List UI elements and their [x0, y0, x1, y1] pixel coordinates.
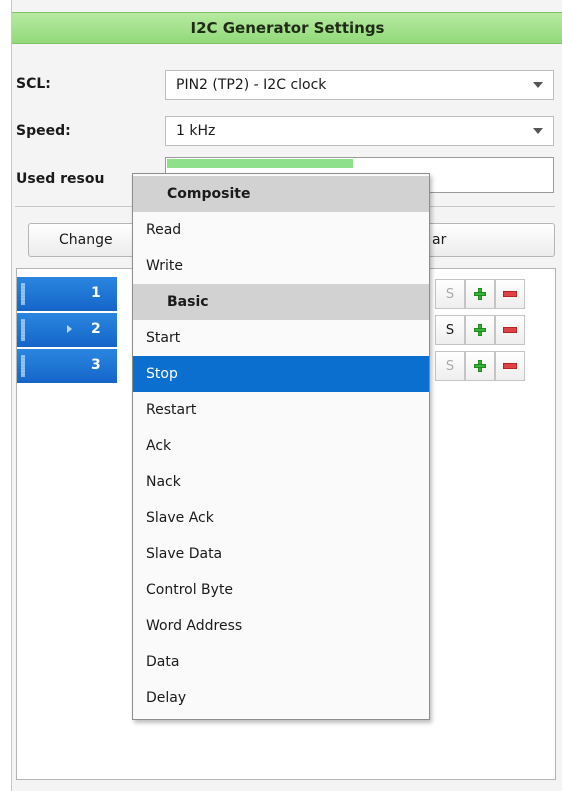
plus-icon	[474, 288, 486, 300]
menu-item-stop[interactable]: Stop	[133, 356, 429, 392]
s-button-label: S	[445, 322, 455, 338]
menu-header-basic: Basic	[133, 284, 429, 320]
menu-item-ack[interactable]: Ack	[133, 428, 429, 464]
minus-icon	[503, 291, 517, 297]
add-step-button[interactable]	[465, 279, 495, 309]
remove-step-button[interactable]	[495, 315, 525, 345]
sequence-number: 1	[91, 285, 101, 301]
menu-item-data[interactable]: Data	[133, 644, 429, 680]
remove-step-button[interactable]	[495, 351, 525, 381]
resource-usage-fill	[167, 159, 353, 168]
sequence-row-header[interactable]: 1	[17, 277, 117, 311]
sequence-row-header[interactable]: 3	[17, 349, 117, 383]
menu-item-slave-data[interactable]: Slave Data	[133, 536, 429, 572]
add-step-button[interactable]	[465, 351, 495, 381]
sequence-number: 2	[91, 321, 101, 337]
s-button[interactable]: S	[435, 351, 465, 381]
panel-title: I2C Generator Settings	[12, 12, 562, 44]
drag-handle-icon[interactable]	[21, 355, 25, 377]
minus-icon	[503, 327, 517, 333]
scl-select[interactable]: PIN2 (TP2) - I2C clock	[165, 70, 554, 100]
add-step-button[interactable]	[465, 315, 495, 345]
menu-item-delay[interactable]: Delay	[133, 680, 429, 716]
scl-label: SCL:	[16, 76, 51, 92]
s-button-label: S	[445, 358, 455, 374]
drag-handle-icon[interactable]	[21, 283, 25, 305]
menu-item-restart[interactable]: Restart	[133, 392, 429, 428]
plus-icon	[474, 324, 486, 336]
menu-item-nack[interactable]: Nack	[133, 464, 429, 500]
remove-step-button[interactable]	[495, 279, 525, 309]
menu-item-start[interactable]: Start	[133, 320, 429, 356]
sequence-row-header[interactable]: 2	[17, 313, 117, 347]
s-button[interactable]: S	[435, 279, 465, 309]
plus-icon	[474, 360, 486, 372]
used-resources-label: Used resou	[16, 171, 105, 187]
clear-button-label: ar	[432, 232, 447, 248]
drag-handle-icon[interactable]	[21, 319, 25, 341]
chevron-down-icon	[533, 82, 543, 88]
menu-item-write[interactable]: Write	[133, 248, 429, 284]
sequence-number: 3	[91, 357, 101, 373]
menu-item-slave-ack[interactable]: Slave Ack	[133, 500, 429, 536]
menu-item-read[interactable]: Read	[133, 212, 429, 248]
s-button-label: S	[445, 286, 455, 302]
expand-arrow-icon[interactable]	[67, 325, 72, 333]
step-type-menu: Composite Read Write Basic Start Stop Re…	[132, 173, 430, 720]
scl-value: PIN2 (TP2) - I2C clock	[176, 77, 327, 93]
speed-label: Speed:	[16, 123, 71, 139]
speed-value: 1 kHz	[176, 123, 216, 139]
menu-item-word-address[interactable]: Word Address	[133, 608, 429, 644]
change-button[interactable]: Change	[28, 223, 140, 257]
menu-header-composite: Composite	[133, 176, 429, 212]
chevron-down-icon	[533, 128, 543, 134]
minus-icon	[503, 363, 517, 369]
menu-item-control-byte[interactable]: Control Byte	[133, 572, 429, 608]
s-button[interactable]: S	[435, 315, 465, 345]
change-button-label: Change	[59, 232, 113, 248]
speed-select[interactable]: 1 kHz	[165, 116, 554, 146]
